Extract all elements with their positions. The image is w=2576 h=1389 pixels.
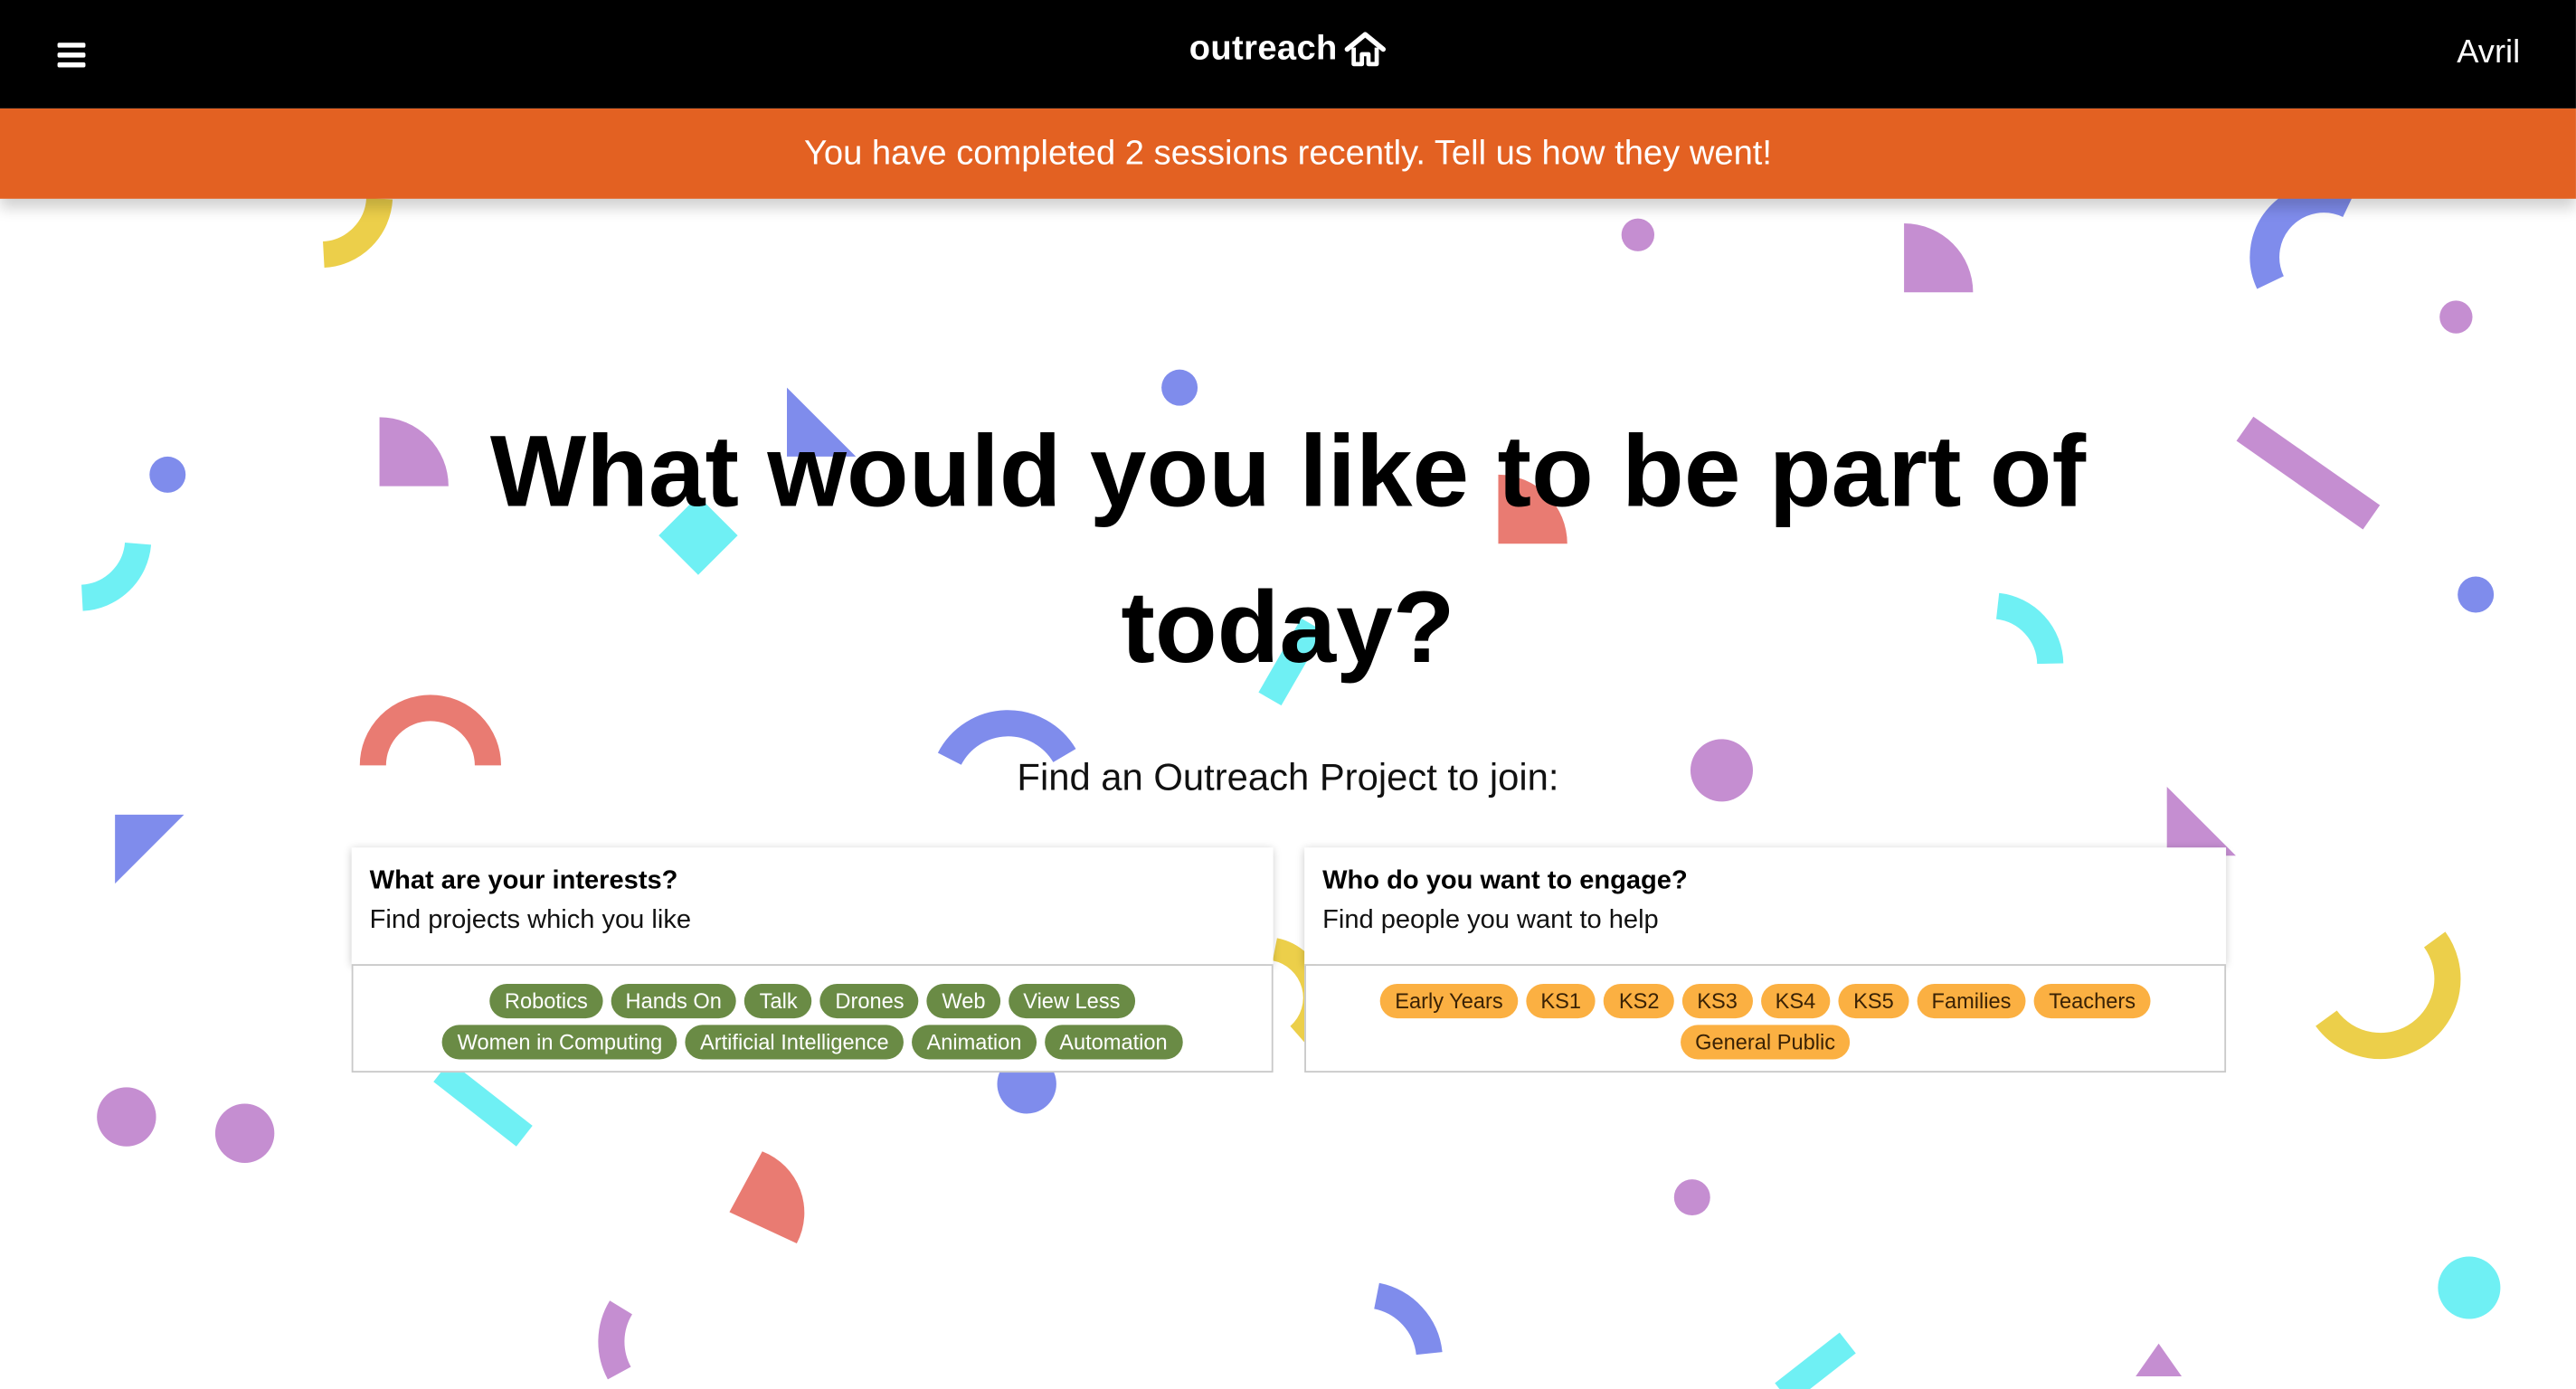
brand-home-link[interactable]: outreach <box>1189 30 1387 70</box>
confetti-arc <box>80 542 152 611</box>
tag-general-public[interactable]: General Public <box>1680 1025 1851 1060</box>
interests-card: What are your interests? Find projects w… <box>351 847 1274 1073</box>
page-title-line-2: today? <box>1121 572 1455 685</box>
tag-artificial-intelligence[interactable]: Artificial Intelligence <box>685 1025 904 1060</box>
confetti-dot <box>149 456 186 493</box>
confetti-arc <box>322 197 393 269</box>
confetti-triangle <box>2136 1343 2183 1377</box>
confetti-dot <box>2438 1256 2501 1319</box>
tag-ks1[interactable]: KS1 <box>1526 983 1596 1019</box>
interests-card-title: What are your interests? <box>369 867 678 895</box>
audience-tags-row: General Public <box>1319 1025 2211 1060</box>
tag-families[interactable]: Families <box>1917 983 2026 1019</box>
confetti-triangle <box>115 814 185 884</box>
confetti-bar <box>1775 1332 1856 1389</box>
confetti-quarter <box>1904 223 1974 293</box>
tag-drones[interactable]: Drones <box>820 983 919 1019</box>
view-less-button[interactable]: View Less <box>1008 983 1135 1019</box>
tag-teachers[interactable]: Teachers <box>2033 983 2151 1019</box>
tag-ks3[interactable]: KS3 <box>1681 983 1753 1019</box>
brand: outreach <box>0 30 2576 70</box>
audience-card-subtitle: Find people you want to help <box>1322 906 1659 935</box>
tag-hands-on[interactable]: Hands On <box>611 983 737 1019</box>
confetti-arc <box>2316 931 2461 1060</box>
interests-card-header: What are your interests? Find projects w… <box>351 847 1274 965</box>
tag-automation[interactable]: Automation <box>1044 1025 1183 1060</box>
feedback-banner[interactable]: You have completed 2 sessions recently. … <box>0 108 2576 199</box>
tag-robotics[interactable]: Robotics <box>489 983 603 1019</box>
confetti-dot <box>2458 576 2495 613</box>
tag-ks4[interactable]: KS4 <box>1760 983 1831 1019</box>
user-menu[interactable]: Avril <box>2457 34 2520 72</box>
confetti-dot <box>214 1103 275 1163</box>
audience-tags: Early Years KS1 KS2 KS3 KS4 KS5 Families… <box>1304 964 2227 1073</box>
interest-tags-row: Women in Computing Artificial Intelligen… <box>366 1025 1258 1060</box>
confetti-dot <box>2439 300 2473 334</box>
page-title: What would you like to be part of today? <box>328 394 2247 706</box>
confetti-dot <box>1673 1179 1710 1216</box>
confetti-arc <box>2249 183 2356 289</box>
audience-card-title: Who do you want to engage? <box>1322 867 1688 895</box>
tag-web[interactable]: Web <box>926 983 1000 1019</box>
tag-ks5[interactable]: KS5 <box>1838 983 1909 1019</box>
interests-card-subtitle: Find projects which you like <box>369 906 692 935</box>
audience-tags-row: Early Years KS1 KS2 KS3 KS4 KS5 Families… <box>1319 983 2211 1019</box>
audience-card-header: Who do you want to engage? Find people y… <box>1304 847 2227 965</box>
tag-early-years[interactable]: Early Years <box>1379 983 1519 1019</box>
confetti-dot <box>1621 218 1655 251</box>
tag-animation[interactable]: Animation <box>912 1025 1037 1060</box>
audience-card: Who do you want to engage? Find people y… <box>1304 847 2227 1073</box>
interest-tags: Robotics Hands On Talk Drones Web View L… <box>351 964 1274 1073</box>
tag-talk[interactable]: Talk <box>744 983 812 1019</box>
page-title-line-1: What would you like to be part of <box>489 415 2087 529</box>
interest-tags-row: Robotics Hands On Talk Drones Web View L… <box>366 983 1258 1019</box>
confetti-arc <box>937 710 1076 766</box>
brand-name: outreach <box>1189 29 1338 68</box>
top-nav-bar: outreach Avril <box>0 0 2576 109</box>
confetti-bar <box>433 1061 533 1147</box>
tag-ks2[interactable]: KS2 <box>1604 983 1674 1019</box>
confetti-quarter <box>729 1151 805 1243</box>
page: outreach Avril You have completed 2 sess… <box>0 0 2576 1389</box>
house-icon <box>1344 32 1387 67</box>
page-subheading: Find an Outreach Project to join: <box>1017 755 1559 798</box>
confetti-dot <box>97 1087 156 1147</box>
confetti-bar <box>2236 416 2381 530</box>
confetti-arc <box>1373 1282 1443 1356</box>
tag-women-in-computing[interactable]: Women in Computing <box>442 1025 677 1060</box>
confetti-arc <box>598 1300 633 1380</box>
